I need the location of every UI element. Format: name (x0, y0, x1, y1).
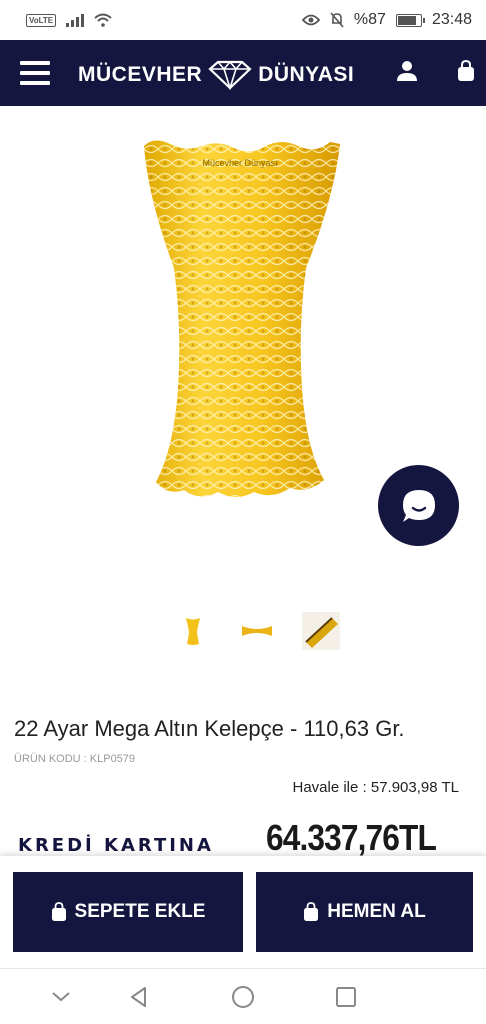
buy-now-button[interactable]: HEMEN AL (256, 872, 473, 952)
brand-right: DÜNYASI (258, 63, 355, 86)
brand-left: MÜCEVHER (78, 63, 203, 86)
battery-icon (395, 13, 425, 27)
signal-icon (66, 13, 85, 27)
chat-button[interactable] (378, 465, 459, 546)
diamond-logo-icon (208, 60, 252, 90)
add-to-cart-label: SEPETE EKLE (74, 901, 206, 922)
shopping-bag-icon[interactable] (456, 60, 476, 82)
status-bar: VoLTE %87 23:48 (0, 0, 486, 40)
add-to-cart-button[interactable]: SEPETE EKLE (13, 872, 243, 952)
back-icon[interactable] (127, 985, 151, 1009)
product-price: 64.337,76TL (266, 817, 437, 858)
site-logo[interactable]: MÜCEVHER DÜNYASI (78, 60, 354, 90)
user-icon[interactable] (396, 60, 418, 82)
bell-off-icon (330, 12, 344, 28)
image-watermark: Mücevher Dünyası (202, 158, 277, 168)
product-title: 22 Ayar Mega Altın Kelepçe - 110,63 Gr. (14, 716, 405, 741)
clock: 23:48 (431, 11, 472, 28)
action-bar: SEPETE EKLE HEMEN AL (0, 856, 486, 968)
thumbnail-side[interactable] (238, 612, 276, 650)
product-image[interactable]: Mücevher Dünyası (130, 128, 352, 528)
recents-icon[interactable] (334, 985, 358, 1009)
thumbnail-front[interactable] (174, 612, 212, 650)
home-icon[interactable] (231, 985, 255, 1009)
wifi-icon (94, 13, 112, 27)
thumbnail-strip (0, 612, 486, 652)
havale-price: Havale ile : 57.903,98 TL (292, 779, 459, 796)
credit-card-label: KREDİ KARTINA (18, 835, 214, 856)
shopping-bag-icon (304, 902, 319, 921)
shopping-bag-icon (51, 902, 66, 921)
site-header: MÜCEVHER DÜNYASI (0, 40, 486, 106)
eye-icon (301, 14, 320, 26)
thumbnail-detail[interactable] (302, 612, 340, 650)
battery-percent: %87 (353, 11, 386, 28)
volte-badge: VoLTE (26, 13, 57, 27)
chat-bubble-icon (402, 489, 435, 522)
system-nav-bar (0, 968, 486, 1024)
product-code: ÜRÜN KODU : KLP0579 (14, 753, 136, 765)
menu-icon[interactable] (20, 61, 50, 85)
buy-now-label: HEMEN AL (327, 901, 426, 922)
chevron-down-icon[interactable] (49, 985, 73, 1009)
